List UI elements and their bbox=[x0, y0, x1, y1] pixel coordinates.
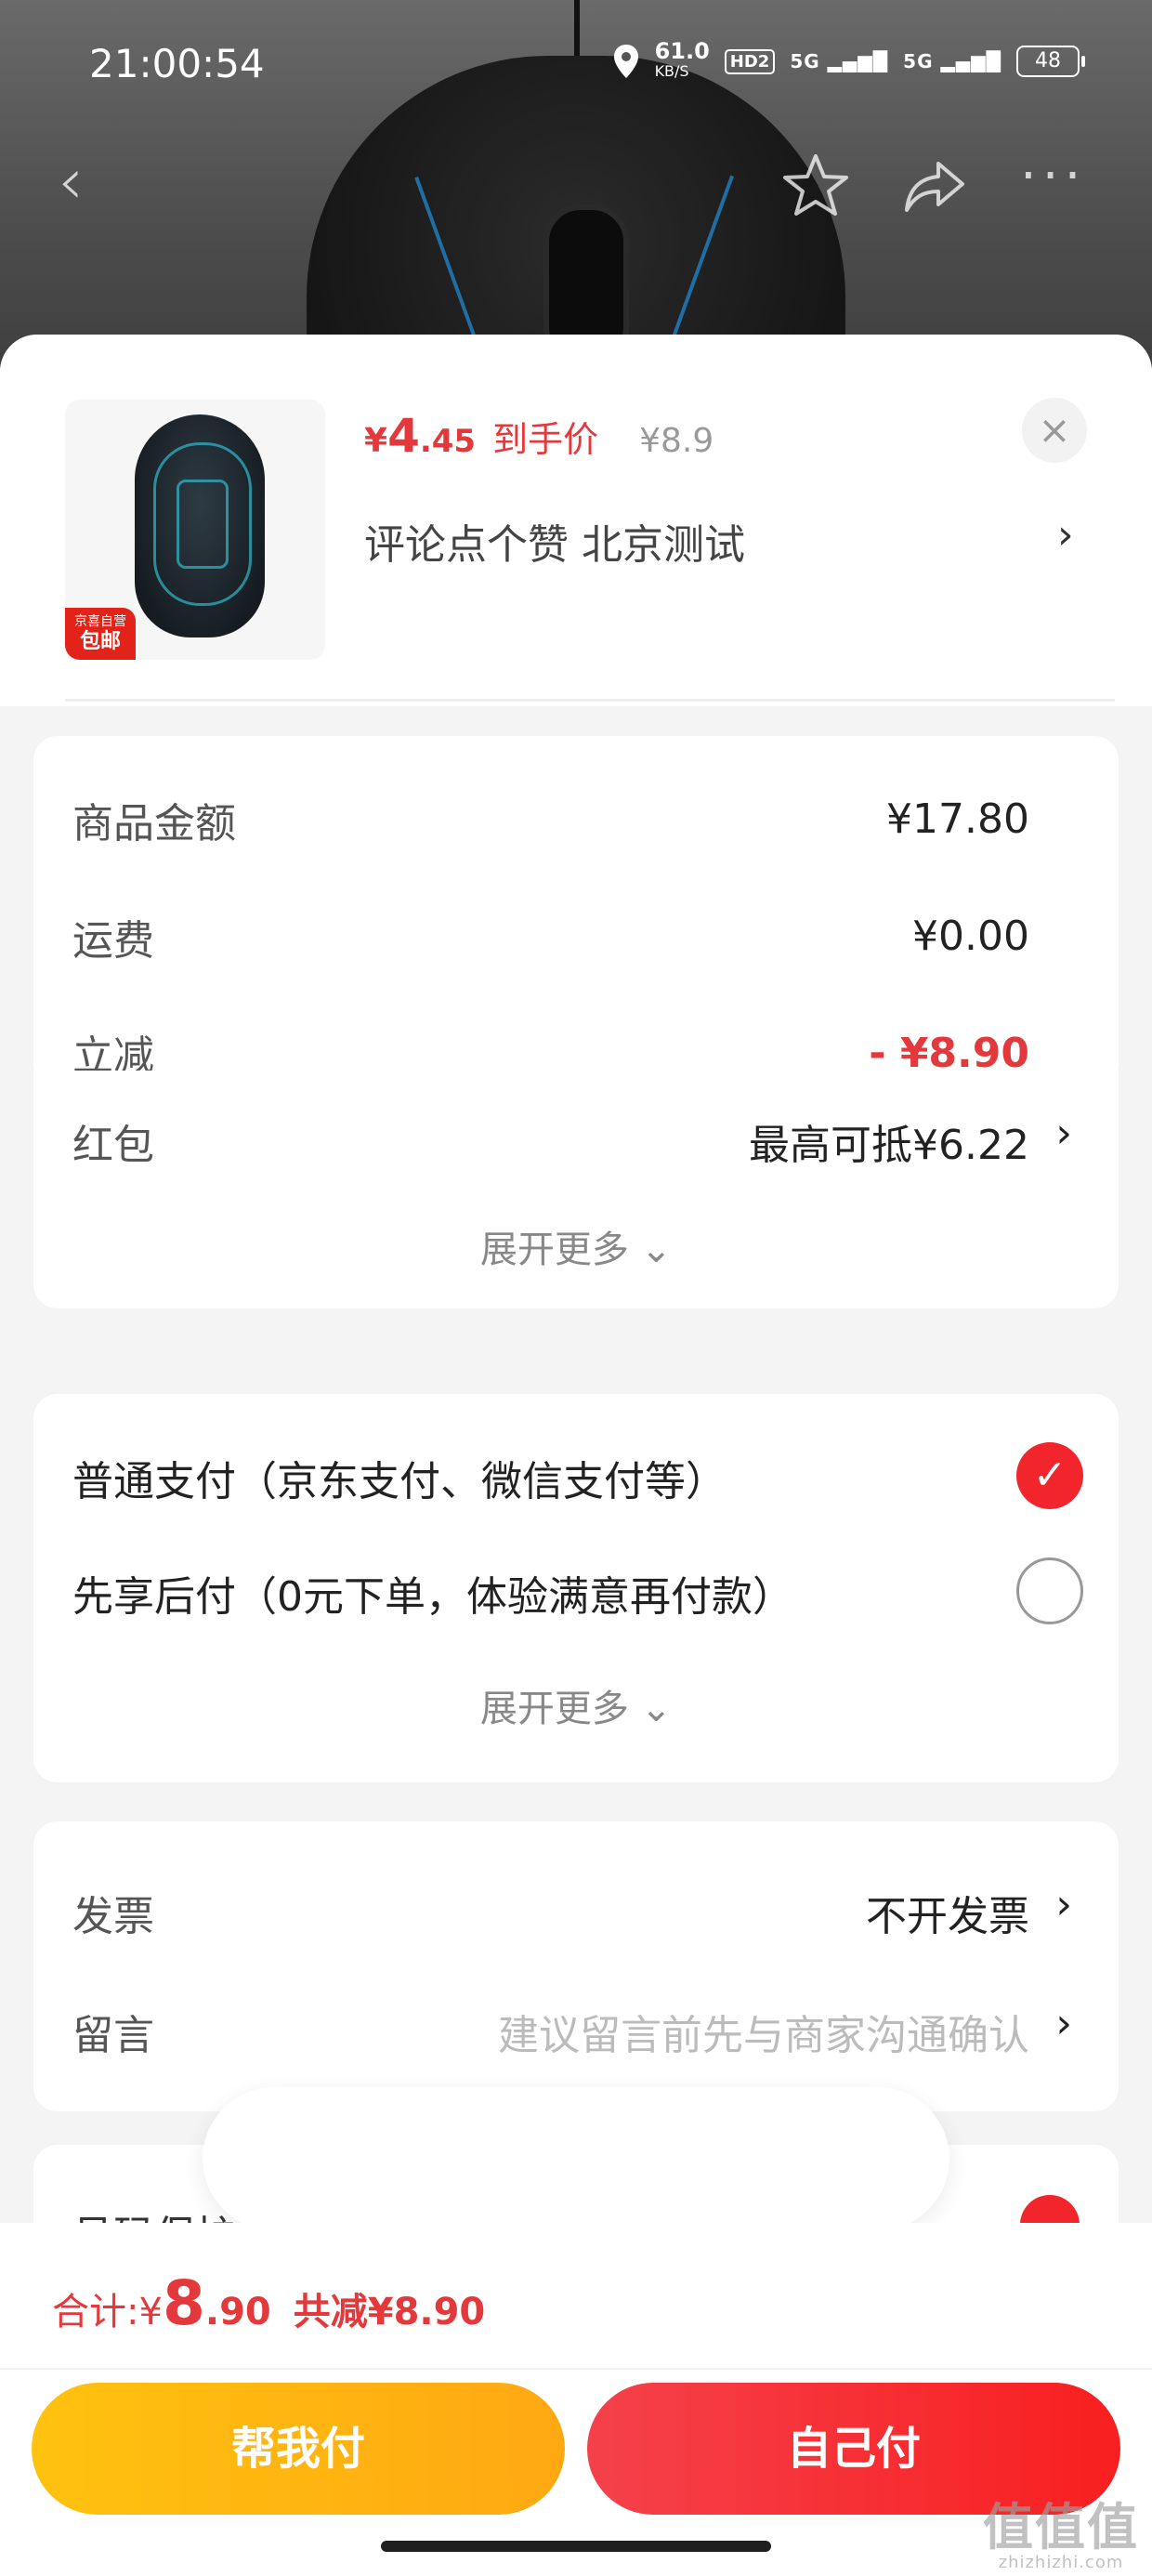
free-shipping-badge: 京喜自营 包邮 bbox=[65, 608, 136, 660]
expand-more-payment[interactable]: 展开更多 ⌄ bbox=[33, 1678, 1119, 1732]
product-header: 京喜自营 包邮 ¥4.45 到手价 ¥8.9 评论点个赞 北京测试 › × bbox=[0, 335, 1152, 706]
shipping-value: ¥0.00 bbox=[912, 913, 1029, 960]
check-icon[interactable]: ✓ bbox=[1016, 1442, 1083, 1509]
signal-label: 5G bbox=[790, 50, 820, 72]
payment-card: 普通支付（京东支付、微信支付等） ✓ 先享后付（0元下单，体验满意再付款） 展开… bbox=[33, 1394, 1119, 1782]
chevron-right-icon[interactable]: › bbox=[1055, 1881, 1072, 1928]
hd-icon: HD2 bbox=[724, 48, 776, 74]
row-label-shipping: 运费 bbox=[72, 917, 154, 965]
product-thumbnail[interactable]: 京喜自营 包邮 bbox=[65, 400, 325, 660]
total-label: 合计: bbox=[52, 2291, 139, 2333]
amount-card: 商品金额 ¥17.80 运费 ¥0.00 立减 - ¥8.90 bbox=[33, 736, 1119, 1089]
watermark-text: 值值值 bbox=[983, 2498, 1139, 2556]
divider bbox=[65, 699, 1115, 702]
net-speed: 61.0 KB/S bbox=[654, 38, 710, 82]
invoice-label: 发票 bbox=[72, 1893, 154, 1940]
chevron-right-icon[interactable]: › bbox=[1057, 511, 1074, 559]
watermark: 值值值 zhizhizhi.com bbox=[983, 2502, 1139, 2572]
bottom-action-bar: 合计: ¥ 8 .90 共减¥8.90 帮我付 自己付 值值值 zhizhizh… bbox=[0, 2223, 1152, 2576]
total-dec: .90 bbox=[204, 2291, 271, 2333]
watermark-url: zhizhizhi.com bbox=[998, 2553, 1124, 2572]
note-input[interactable]: 建议留言前先与商家沟通确认 bbox=[498, 2002, 1029, 2061]
badge-top-text: 京喜自营 bbox=[74, 614, 126, 629]
red-packet-value[interactable]: 最高可抵¥6.22 bbox=[749, 1111, 1029, 1171]
total-saved: 共减¥8.90 bbox=[293, 2291, 486, 2333]
share-icon[interactable] bbox=[899, 151, 970, 221]
price-currency: ¥ bbox=[364, 422, 388, 460]
payment-option-pay-later[interactable]: 先享后付（0元下单，体验满意再付款） bbox=[72, 1563, 793, 1623]
price-int: 4 bbox=[387, 409, 420, 463]
help-me-pay-button[interactable]: 帮我付 bbox=[32, 2383, 565, 2515]
chevron-right-icon[interactable]: › bbox=[1055, 1110, 1072, 1157]
top-navbar: ‹ ··· bbox=[0, 139, 1152, 232]
signal-label-2: 5G bbox=[903, 50, 934, 72]
status-time: 21:00:54 bbox=[89, 41, 265, 86]
badge-bottom-text: 包邮 bbox=[79, 630, 121, 653]
back-icon[interactable]: ‹ bbox=[58, 149, 84, 214]
row-label-red-packet: 红包 bbox=[72, 1122, 154, 1169]
home-indicator[interactable] bbox=[381, 2541, 771, 2552]
status-icons: 61.0 KB/S HD2 5G ▂▄▆█ 5G ▂▄▆█ 48 bbox=[612, 38, 1085, 82]
mouse-thumbnail-image bbox=[135, 414, 265, 637]
battery-icon: 48 bbox=[1016, 46, 1085, 77]
total-currency: ¥ bbox=[138, 2291, 163, 2333]
row-label-goods-amount: 商品金额 bbox=[72, 800, 236, 848]
net-speed-unit: KB/S bbox=[654, 62, 689, 80]
original-price: ¥8.9 bbox=[639, 422, 714, 460]
final-price-tag: 到手价 bbox=[492, 419, 599, 460]
close-icon[interactable]: × bbox=[1022, 398, 1087, 463]
pay-myself-button[interactable]: 自己付 bbox=[587, 2383, 1120, 2515]
note-label: 留言 bbox=[72, 2012, 154, 2059]
payment-option-normal[interactable]: 普通支付（京东支付、微信支付等） bbox=[72, 1448, 727, 1507]
status-bar: 21:00:54 61.0 KB/S HD2 5G ▂▄▆█ 5G ▂▄▆█ 4… bbox=[0, 28, 1152, 102]
invoice-value[interactable]: 不开发票 bbox=[866, 1883, 1029, 1942]
more-icon[interactable]: ··· bbox=[1020, 149, 1086, 204]
goods-amount-value: ¥17.80 bbox=[886, 795, 1029, 843]
favorite-star-icon[interactable] bbox=[780, 151, 851, 221]
amount-card-lower: 红包 最高可抵¥6.22 › 展开更多 ⌄ bbox=[33, 1071, 1119, 1308]
final-price: ¥4.45 bbox=[364, 409, 476, 463]
location-icon bbox=[613, 45, 638, 78]
product-title[interactable]: 评论点个赞 北京测试 bbox=[364, 511, 745, 571]
signal-icon-2: 5G ▂▄▆█ bbox=[903, 50, 1001, 72]
extras-card: 发票 不开发票 › 留言 建议留言前先与商家沟通确认 › bbox=[33, 1821, 1119, 2111]
net-speed-value: 61.0 bbox=[654, 38, 710, 64]
price-dec: .45 bbox=[419, 423, 477, 460]
total-int: 8 bbox=[162, 2267, 205, 2339]
toast-overlay bbox=[203, 2087, 949, 2230]
price-row: ¥4.45 到手价 ¥8.9 bbox=[364, 409, 713, 463]
expand-more-amounts[interactable]: 展开更多 ⌄ bbox=[33, 1219, 1119, 1273]
divider bbox=[0, 2368, 1152, 2370]
order-total: 合计: ¥ 8 .90 共减¥8.90 bbox=[52, 2267, 485, 2339]
radio-unchecked-icon[interactable] bbox=[1016, 1557, 1083, 1624]
signal-icon: 5G ▂▄▆█ bbox=[790, 50, 889, 72]
chevron-right-icon[interactable]: › bbox=[1055, 2000, 1072, 2047]
